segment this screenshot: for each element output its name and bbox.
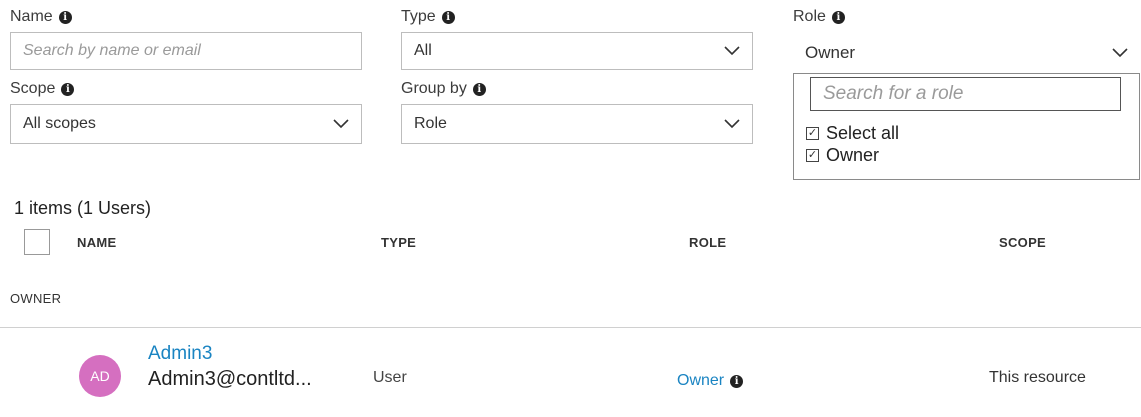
role-search-placeholder: Search for a role: [823, 83, 964, 104]
type-select[interactable]: All: [401, 32, 753, 70]
chevron-down-icon: [1112, 48, 1128, 58]
table-row[interactable]: AD Admin3 Admin3@contltd... User Owner i…: [0, 336, 1141, 414]
column-header-scope[interactable]: SCOPE: [999, 235, 1046, 250]
results-count: 1 items (1 Users): [14, 198, 152, 218]
role-option-owner[interactable]: ✓ Owner: [806, 145, 879, 166]
select-all-rows-checkbox[interactable]: [24, 229, 50, 255]
role-link[interactable]: Owner: [677, 372, 724, 390]
group-divider: [0, 327, 1141, 328]
name-search-input[interactable]: Search by name or email: [10, 32, 362, 70]
checkbox-checked-icon[interactable]: ✓: [806, 127, 819, 140]
info-icon[interactable]: i: [831, 10, 845, 24]
role-option-select-all[interactable]: ✓ Select all: [806, 123, 899, 144]
info-icon[interactable]: i: [61, 82, 75, 96]
group-by-select[interactable]: Role: [401, 104, 753, 144]
info-icon[interactable]: i: [472, 82, 486, 96]
role-search-input[interactable]: Search for a role: [810, 77, 1121, 111]
user-scope: This resource: [989, 369, 1086, 386]
scope-select-value: All scopes: [23, 115, 96, 132]
column-header-type[interactable]: TYPE: [381, 235, 416, 250]
role-filter-label: Role i: [793, 8, 845, 26]
group-by-select-value: Role: [414, 115, 447, 132]
avatar: AD: [79, 355, 121, 397]
chevron-down-icon: [724, 46, 740, 56]
info-icon[interactable]: i: [730, 374, 744, 388]
user-name-link[interactable]: Admin3: [148, 343, 212, 365]
scope-filter-label: Scope i: [10, 80, 75, 98]
info-icon[interactable]: i: [58, 10, 72, 24]
role-dropdown-panel: Search for a role ✓ Select all ✓ Owner: [793, 73, 1140, 180]
role-select-value: Owner: [805, 43, 856, 62]
role-select[interactable]: Owner: [793, 33, 1140, 73]
group-label-owner: OWNER: [10, 291, 62, 306]
user-email: Admin3@contltd...: [148, 368, 312, 390]
info-icon[interactable]: i: [441, 10, 455, 24]
name-search-placeholder: Search by name or email: [23, 42, 201, 59]
column-header-name[interactable]: NAME: [77, 235, 116, 250]
group-by-filter-label: Group by i: [401, 80, 486, 98]
user-role: Owner i: [677, 372, 744, 390]
type-select-value: All: [414, 42, 432, 59]
scope-select[interactable]: All scopes: [10, 104, 362, 144]
user-type: User: [373, 369, 407, 386]
column-header-role[interactable]: ROLE: [689, 235, 726, 250]
checkbox-checked-icon[interactable]: ✓: [806, 149, 819, 162]
name-filter-label: Name i: [10, 8, 72, 26]
chevron-down-icon: [724, 119, 740, 129]
type-filter-label: Type i: [401, 8, 455, 26]
chevron-down-icon: [333, 119, 349, 129]
